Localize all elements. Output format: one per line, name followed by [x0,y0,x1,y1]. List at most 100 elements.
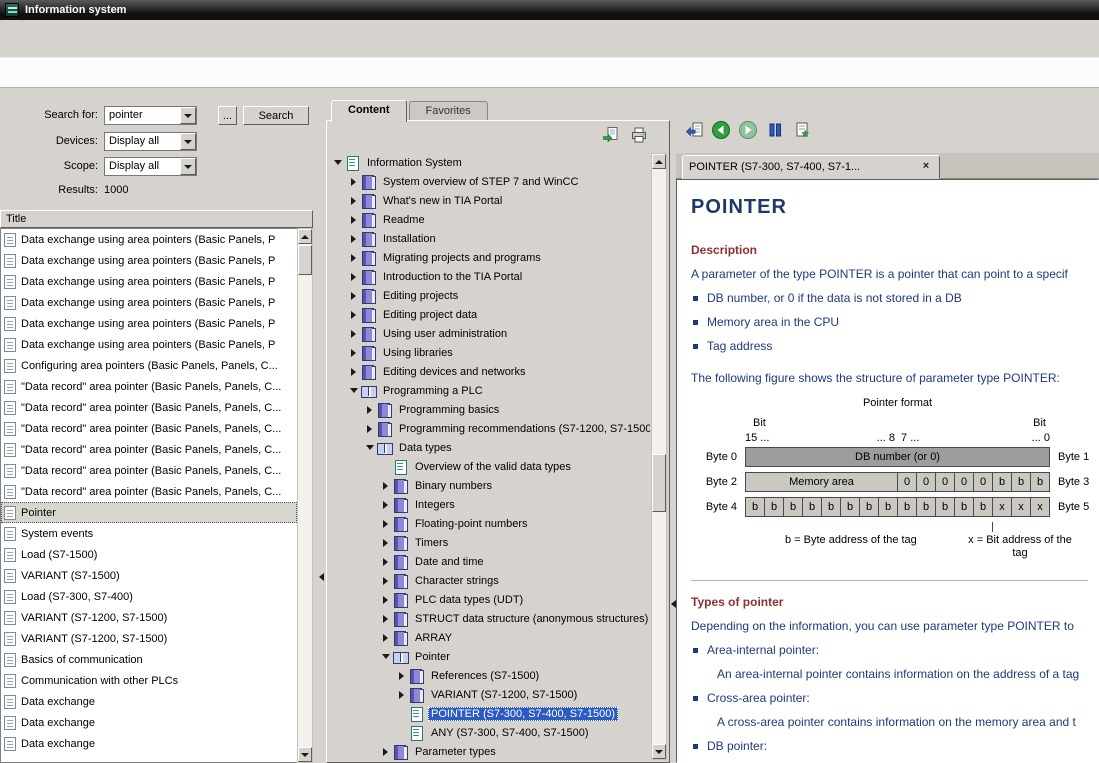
tree-item[interactable]: Editing projects [329,286,650,305]
collapse-left-icon[interactable] [319,573,324,581]
tree-item[interactable]: Timers [329,533,650,552]
search-button[interactable]: Search [243,106,309,125]
list-item[interactable]: Data exchange using area pointers (Basic… [1,292,297,313]
expand-arrow-icon[interactable] [347,270,360,283]
expand-arrow-icon[interactable] [347,289,360,302]
tree-item[interactable]: Floating-point numbers [329,514,650,533]
new-topic-icon[interactable] [792,120,812,140]
list-item[interactable]: Data exchange using area pointers (Basic… [1,229,297,250]
tree-item[interactable]: Programming a PLC [329,381,650,400]
expand-arrow-icon[interactable] [379,555,392,568]
expand-arrow-icon[interactable] [379,631,392,644]
list-item[interactable]: Data exchange using area pointers (Basic… [1,271,297,292]
expand-arrow-icon[interactable] [379,745,392,758]
list-item[interactable]: Configuring area pointers (Basic Panels,… [1,355,297,376]
expand-arrow-icon[interactable] [379,593,392,606]
search-dropdown-button[interactable] [180,107,196,124]
search-input[interactable]: pointer [104,106,197,125]
tree-item[interactable]: POINTER (S7-300, S7-400, S7-1500) [329,704,650,723]
tree-item[interactable]: Pointer [329,647,650,666]
tree-item[interactable]: What's new in TIA Portal [329,191,650,210]
scope-dropdown-button[interactable] [180,158,196,175]
open-topic-icon[interactable] [601,125,621,145]
list-item[interactable]: VARIANT (S7-1500) [1,565,297,586]
tree-item[interactable]: STRUCT data structure (anonymous structu… [329,609,650,628]
tree-item[interactable]: Introduction to the TIA Portal [329,267,650,286]
devices-select[interactable]: Display all [104,132,197,151]
close-tab-icon[interactable]: × [919,160,933,174]
expand-arrow-icon[interactable] [363,403,376,416]
tree-item[interactable]: Readme [329,210,650,229]
list-item[interactable]: "Data record" area pointer (Basic Panels… [1,439,297,460]
expand-arrow-icon[interactable] [395,669,408,682]
results-scrollbar[interactable] [297,228,313,763]
tree-item[interactable]: Using libraries [329,343,650,362]
tree-item[interactable]: Using user administration [329,324,650,343]
expand-arrow-icon[interactable] [347,213,360,226]
expand-arrow-icon[interactable] [363,422,376,435]
expand-arrow-icon[interactable] [347,308,360,321]
title-column-header[interactable]: Title [0,210,313,228]
back-icon[interactable] [711,120,731,140]
tree-item[interactable]: Date and time [329,552,650,571]
collapse-arrow-icon[interactable] [347,384,360,397]
tree-item[interactable]: Editing project data [329,305,650,324]
scroll-up-button[interactable] [652,154,666,169]
tree-item[interactable]: ANY (S7-300, S7-400, S7-1500) [329,723,650,742]
tree-item[interactable]: Parameter types [329,742,650,760]
expand-arrow-icon[interactable] [379,574,392,587]
expand-arrow-icon[interactable] [379,536,392,549]
list-item[interactable]: Data exchange [1,691,297,712]
expand-arrow-icon[interactable] [347,194,360,207]
tree-item[interactable]: Editing devices and networks [329,362,650,381]
tree-item[interactable]: Data types [329,438,650,457]
tree-item[interactable]: Migrating projects and programs [329,248,650,267]
tree-item[interactable]: Information System [329,153,650,172]
devices-dropdown-button[interactable] [180,133,196,150]
expand-arrow-icon[interactable] [379,612,392,625]
print-icon[interactable] [629,125,649,145]
expand-arrow-icon[interactable] [347,232,360,245]
forward-icon[interactable] [738,120,758,140]
tree-item[interactable]: Binary numbers [329,476,650,495]
tree-item[interactable]: Installation [329,229,650,248]
tree-item[interactable]: Integers [329,495,650,514]
collapse-arrow-icon[interactable] [331,156,344,169]
list-item[interactable]: Load (S7-300, S7-400) [1,586,297,607]
pause-icon[interactable] [765,120,785,140]
expand-arrow-icon[interactable] [347,175,360,188]
tree-item[interactable]: Overview of the valid data types [329,457,650,476]
tree-item[interactable]: References (S7-1500) [329,666,650,685]
tree-item[interactable]: Programming recommendations (S7-1200, S7… [329,419,650,438]
list-item[interactable]: "Data record" area pointer (Basic Panels… [1,481,297,502]
collapse-arrow-icon[interactable] [379,650,392,663]
list-item[interactable]: Communication with other PLCs [1,670,297,691]
tab-favorites[interactable]: Favorites [409,101,488,121]
tree-item[interactable]: Programming basics [329,400,650,419]
more-options-button[interactable]: ... [218,106,237,125]
list-item[interactable]: Basics of communication [1,649,297,670]
tree-item[interactable]: ARRAY [329,628,650,647]
tab-content[interactable]: Content [331,100,407,122]
scroll-down-button[interactable] [298,747,312,762]
list-item[interactable]: Data exchange [1,712,297,733]
expand-arrow-icon[interactable] [347,251,360,264]
topic-tab[interactable]: POINTER (S7-300, S7-400, S7-1... × [682,155,940,179]
scroll-up-button[interactable] [298,229,312,244]
expand-arrow-icon[interactable] [395,688,408,701]
tree-scrollbar[interactable] [651,153,667,760]
expand-arrow-icon[interactable] [347,346,360,359]
scope-select[interactable]: Display all [104,157,197,176]
list-item[interactable]: VARIANT (S7-1200, S7-1500) [1,628,297,649]
list-item[interactable]: Pointer [1,502,297,523]
scrollbar-thumb[interactable] [652,454,666,512]
scrollbar-thumb[interactable] [298,245,312,275]
tree-item[interactable]: VARIANT (S7-1200, S7-1500) [329,685,650,704]
expand-arrow-icon[interactable] [347,327,360,340]
expand-arrow-icon[interactable] [379,479,392,492]
expand-arrow-icon[interactable] [347,365,360,378]
list-item[interactable]: Data exchange using area pointers (Basic… [1,250,297,271]
list-item[interactable]: "Data record" area pointer (Basic Panels… [1,460,297,481]
list-item[interactable]: Load (S7-1500) [1,544,297,565]
locate-in-contents-icon[interactable] [684,120,704,140]
